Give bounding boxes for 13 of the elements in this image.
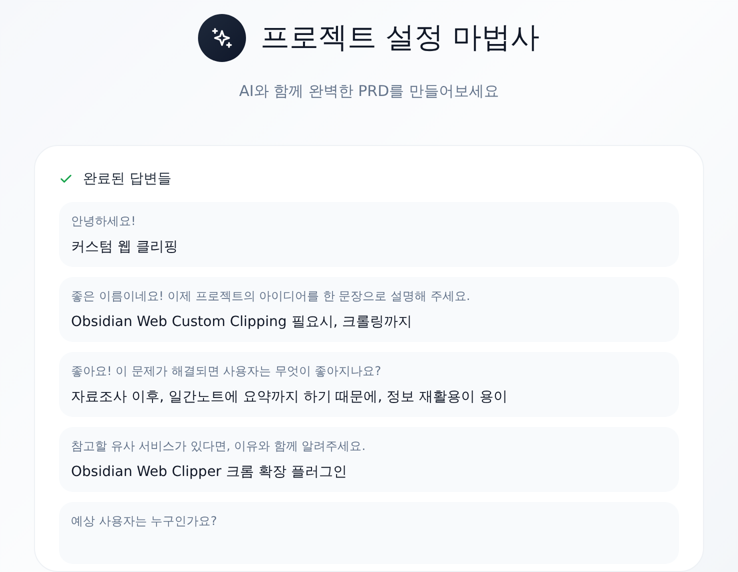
question-text: 참고할 유사 서비스가 있다면, 이유와 함께 알려주세요.	[71, 438, 367, 455]
answer-text: Obsidian Web Custom Clipping 필요시, 크롤링까지	[71, 313, 414, 331]
question-text: 안녕하세요!	[71, 213, 137, 230]
question-text: 좋은 이름이네요! 이제 프로젝트의 아이디어를 한 문장으로 설명해 주세요.	[71, 288, 472, 305]
answer-text: Obsidian Web Clipper 크롬 확장 플러그인	[71, 463, 348, 481]
panel-title: 완료된 답변들	[83, 170, 172, 188]
question-text: 좋아요! 이 문제가 해결되면 사용자는 무엇이 좋아지나요?	[71, 363, 382, 380]
page-subtitle: AI와 함께 완벽한 PRD를 만들어보세요	[239, 82, 499, 101]
page-title: 프로젝트 설정 마법사	[260, 19, 540, 56]
question-text: 예상 사용자는 누구인가요?	[71, 513, 218, 530]
answer-text: 자료조사 이후, 일간노트에 요약까지 하기 때문에, 정보 재활용이 용이	[71, 388, 509, 406]
sparkle-logo-icon	[198, 14, 246, 62]
answer-text: 커스텀 웹 클리핑	[71, 238, 179, 256]
